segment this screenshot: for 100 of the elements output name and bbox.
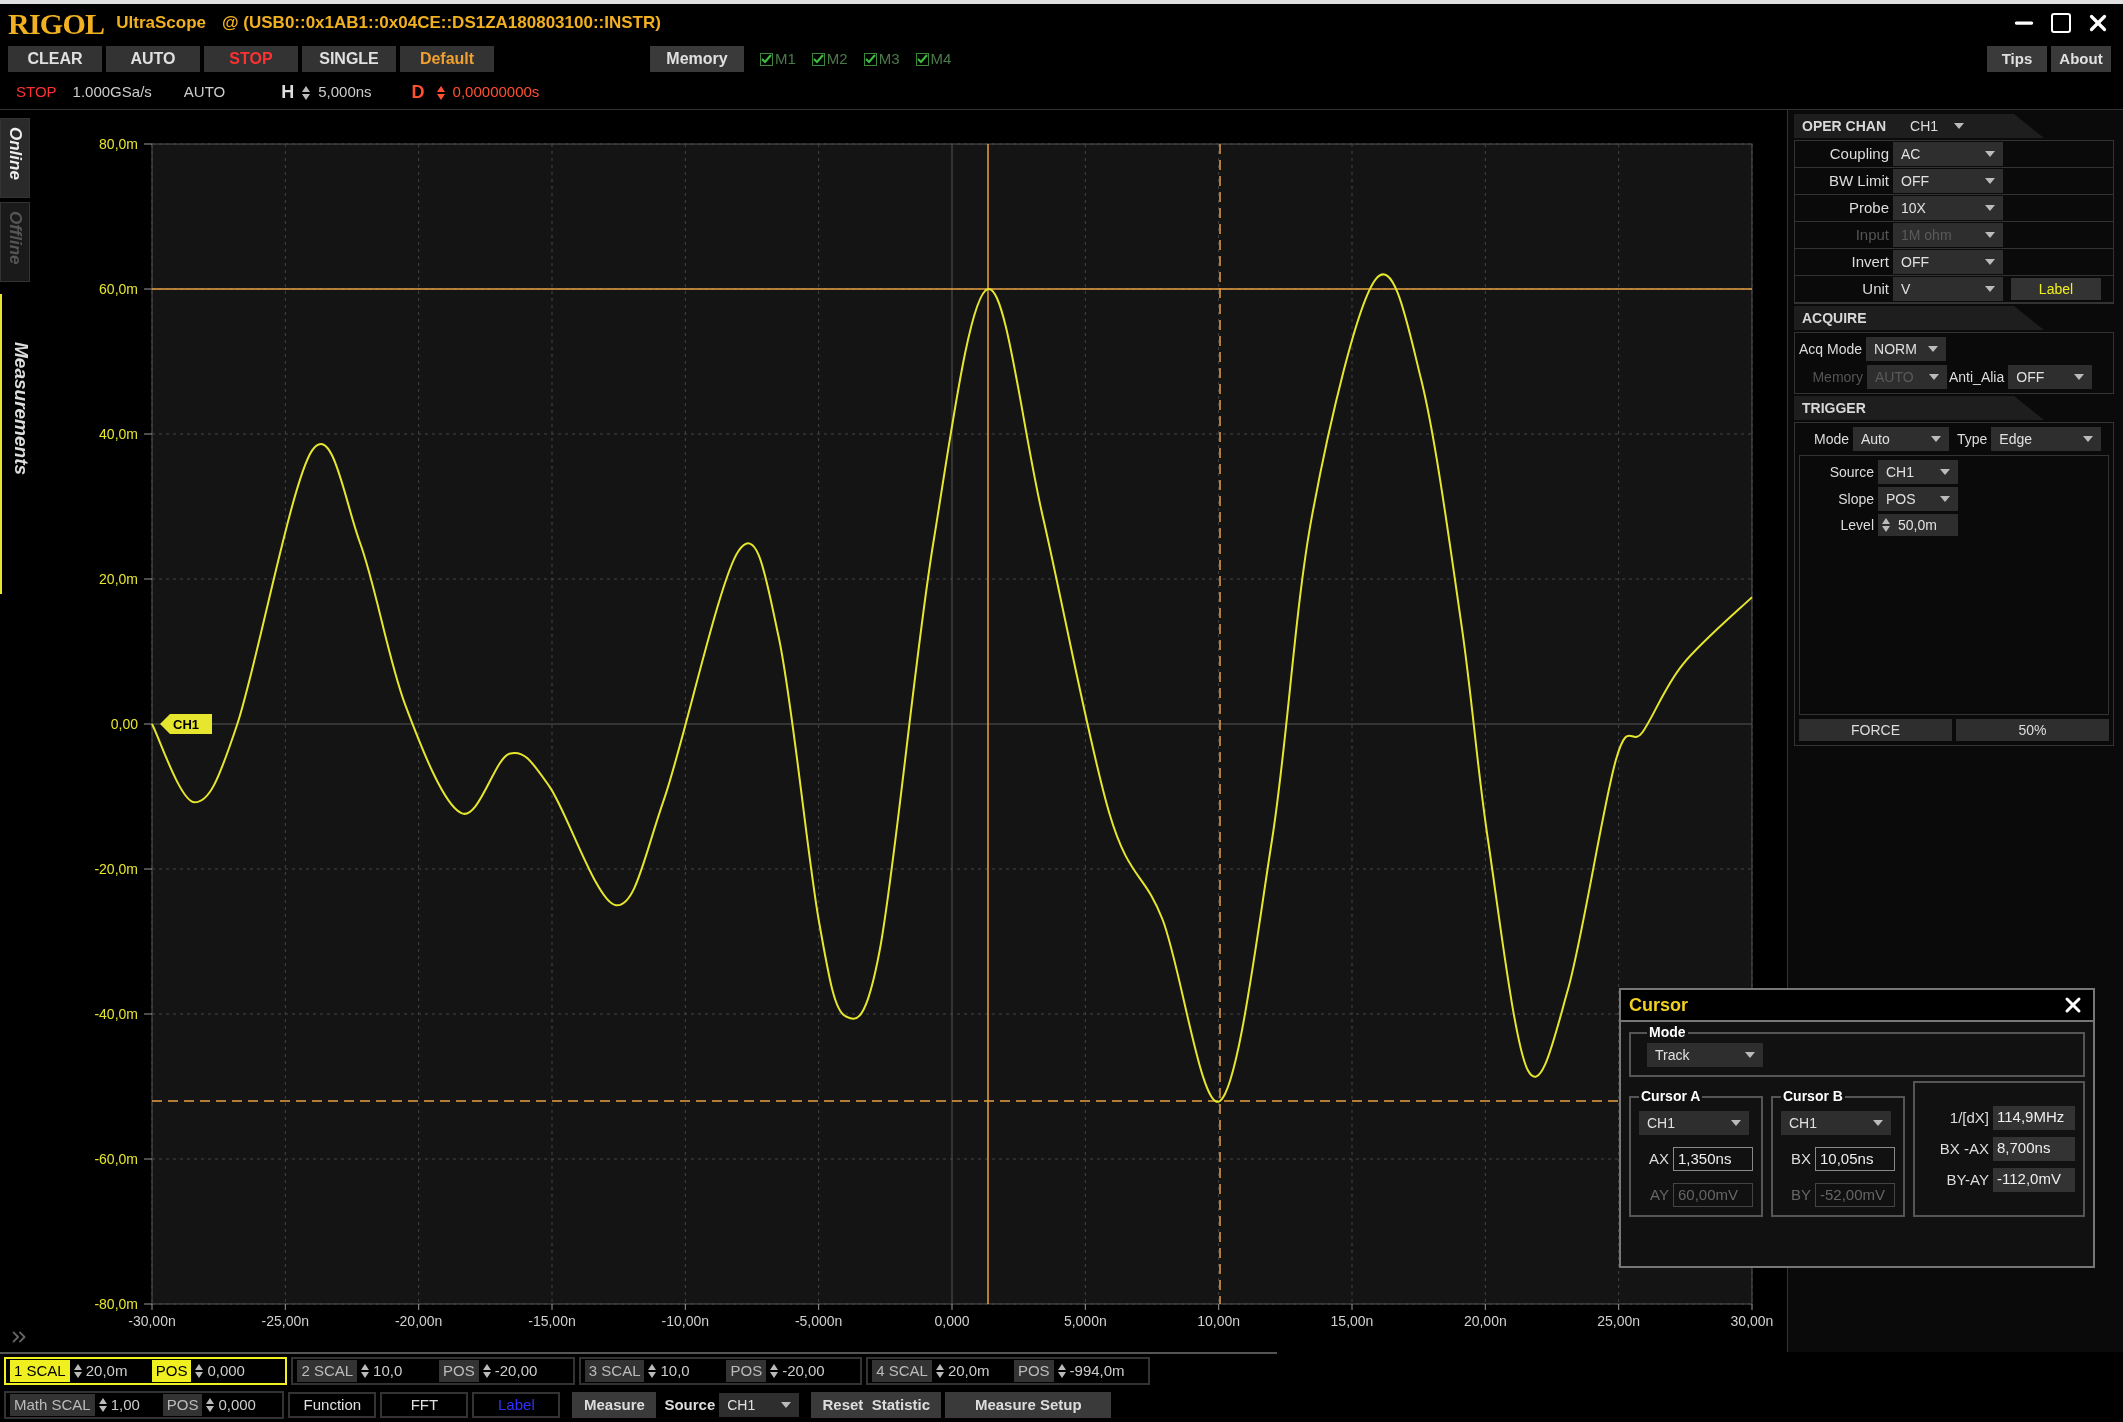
position-label: POS	[162, 1393, 203, 1417]
caret-icon	[1940, 469, 1950, 475]
trigger-button[interactable]: FORCE	[1799, 719, 1952, 741]
delay-value[interactable]: 0,00000000s	[452, 81, 540, 104]
measure-button[interactable]: Measure Setup	[945, 1392, 1112, 1418]
channel-control[interactable]: 1 SCAL 20,0m POS 0,000	[4, 1357, 288, 1385]
scale-value[interactable]: 20,0m	[947, 1359, 1010, 1383]
position-value[interactable]: 0,000	[218, 1393, 279, 1417]
caret-icon	[1931, 436, 1941, 442]
toolbar-button[interactable]: SINGLE	[302, 46, 396, 72]
value-field[interactable]: 1,350ns	[1673, 1147, 1753, 1171]
source-dropdown[interactable]: CH1	[719, 1393, 800, 1417]
cursor-line[interactable]	[1219, 143, 1221, 1305]
dropdown[interactable]: CH1	[1639, 1111, 1749, 1135]
math-button[interactable]: FFT	[380, 1392, 469, 1418]
series-label: CH1	[173, 717, 200, 732]
spin-arrows-icon	[98, 1398, 107, 1412]
dropdown[interactable]: 10X	[1893, 196, 2003, 220]
x-tick-label: -10,00n	[661, 1313, 710, 1329]
toolbar-button[interactable]: Tips	[1987, 46, 2047, 72]
dropdown[interactable]: Auto	[1853, 427, 1949, 451]
value-field[interactable]: 10,05ns	[1815, 1147, 1895, 1171]
channel-control[interactable]: 3 SCAL 10,0 POS -20,00	[578, 1357, 863, 1385]
caret-icon	[1873, 1120, 1883, 1126]
toolbar-button[interactable]: Default	[400, 46, 494, 72]
channel-control[interactable]: 2 SCAL 10,0 POS -20,00	[291, 1357, 575, 1385]
x-tick-label: 30,00n	[1730, 1313, 1774, 1329]
caret-icon	[1928, 346, 1939, 352]
x-tick-label: -15,00n	[528, 1313, 576, 1329]
y-tick-label: -60,0m	[94, 1151, 138, 1167]
toolbar-button[interactable]: CLEAR	[8, 46, 102, 72]
scale-value[interactable]: 10,0	[660, 1359, 723, 1383]
checkbox[interactable]	[863, 52, 877, 66]
dropdown[interactable]: OFF	[1893, 250, 2003, 274]
check-icon	[864, 53, 876, 65]
field-label: Type	[1957, 429, 1988, 449]
caret-icon	[781, 1402, 792, 1408]
caret-icon	[1985, 259, 1995, 265]
dropdown[interactable]: V	[1893, 277, 2003, 301]
channel-label: 1 SCAL	[10, 1359, 70, 1383]
dropdown[interactable]: POS	[1878, 487, 1958, 511]
position-value[interactable]: 0,000	[207, 1359, 282, 1383]
y-tick-label: 60,0m	[99, 281, 138, 297]
dropdown[interactable]: NORM	[1866, 337, 1947, 361]
spin-arrows-icon	[206, 1398, 215, 1412]
trigger-button[interactable]: 50%	[1956, 719, 2109, 741]
x-tick-label: 10,00n	[1197, 1313, 1241, 1329]
caret-icon	[1929, 374, 1939, 380]
y-tick-label: 20,0m	[99, 571, 138, 587]
dropdown[interactable]: OFF	[2008, 365, 2093, 389]
position-value[interactable]: -20,00	[494, 1359, 569, 1383]
horizontal-scale[interactable]: 5,000ns	[318, 81, 372, 104]
side-tab[interactable]: Online	[0, 118, 30, 198]
checkbox[interactable]	[760, 52, 773, 66]
trigger-mode: AUTO	[183, 82, 226, 103]
scale-value[interactable]: 1,00	[110, 1393, 159, 1417]
position-value[interactable]: -20,00	[782, 1359, 857, 1383]
dropdown[interactable]: Edge	[1991, 427, 2102, 451]
mode-dropdown[interactable]: Track	[1647, 1043, 1763, 1067]
scale-value[interactable]: 10,0	[373, 1359, 436, 1383]
maximize-icon[interactable]	[2049, 11, 2073, 35]
group-title: Mode	[1648, 1023, 1687, 1042]
measure-button[interactable]: Reset Statistic	[811, 1392, 942, 1418]
field-label: AY	[1650, 1184, 1669, 1205]
x-tick-label: 0,000	[934, 1313, 970, 1329]
measure-button[interactable]: Measure	[572, 1392, 657, 1418]
memory-button[interactable]: Memory	[650, 46, 744, 72]
spin-arrows-icon	[1057, 1364, 1066, 1378]
spin-arrows-icon	[770, 1364, 779, 1378]
dropdown[interactable]: AC	[1893, 142, 2003, 166]
y-tick-label: -20,0m	[94, 861, 138, 877]
field-label: Invert	[1850, 251, 1889, 272]
toolbar-button[interactable]: AUTO	[106, 46, 200, 72]
dropdown[interactable]: CH1	[1781, 1111, 1891, 1135]
checkbox[interactable]	[915, 52, 929, 66]
channel-select[interactable]: CH1	[1910, 115, 1939, 137]
result-value: 8,700ns	[1993, 1137, 2075, 1161]
x-tick-label: -30,00n	[128, 1313, 176, 1329]
spin-field[interactable]: 50,0m	[1878, 514, 1958, 536]
spin-arrows-icon	[195, 1364, 204, 1378]
math-control[interactable]: Math SCAL 1,00 POS 0,000	[4, 1391, 285, 1419]
side-panel-title[interactable]: Measurements	[6, 342, 36, 594]
math-button[interactable]: Function	[288, 1392, 377, 1418]
label-button[interactable]: Label	[2011, 278, 2101, 300]
result-label: 1/[dX]	[1949, 1107, 1989, 1128]
position-label: POS	[439, 1359, 479, 1383]
scale-value[interactable]: 20,0m	[85, 1359, 148, 1383]
y-tick-label: 80,0m	[99, 136, 138, 152]
checkbox[interactable]	[811, 52, 825, 66]
group-title: Cursor B	[1782, 1087, 1844, 1106]
toolbar-button[interactable]: About	[2051, 46, 2111, 72]
caret-icon	[1985, 151, 1995, 157]
field-label: BY	[1791, 1184, 1811, 1205]
channel-control[interactable]: 4 SCAL 20,0m POS -994,0m	[866, 1357, 1150, 1385]
caret-icon	[1954, 123, 1965, 129]
dropdown[interactable]: OFF	[1893, 169, 2003, 193]
caret-icon	[1985, 286, 1995, 292]
dropdown[interactable]: CH1	[1878, 460, 1958, 484]
position-value[interactable]: -994,0m	[1069, 1359, 1144, 1383]
caret-icon	[1745, 1052, 1755, 1058]
